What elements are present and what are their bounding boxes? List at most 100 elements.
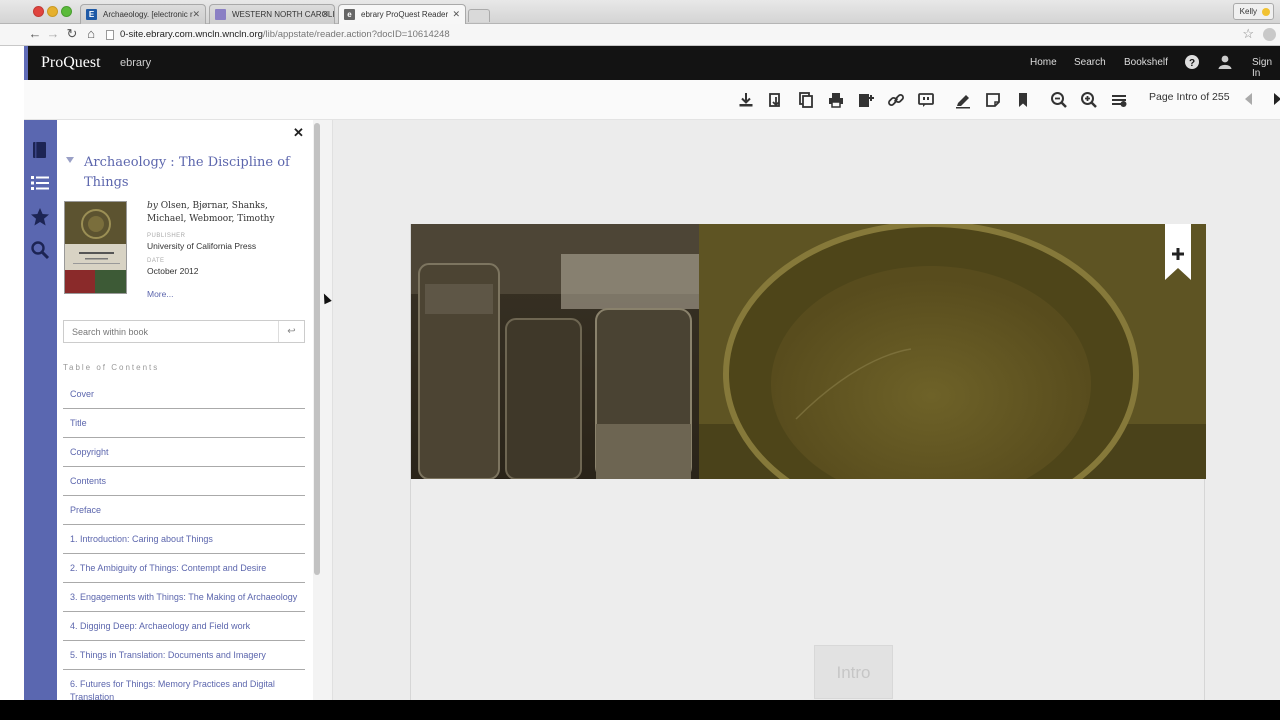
reload-icon[interactable]: ↻ xyxy=(64,26,80,42)
user-name: Kelly xyxy=(1239,7,1257,16)
toc-item[interactable]: 3. Engagements with Things: The Making o… xyxy=(63,583,305,612)
download-icon[interactable] xyxy=(737,91,755,109)
cover-photo-image xyxy=(411,224,1206,479)
screen-bottom-edge xyxy=(0,700,1280,720)
more-details-link[interactable]: More... xyxy=(147,289,173,299)
authors-prefix: by xyxy=(147,201,158,211)
nav-search-link[interactable]: Search xyxy=(1074,57,1106,68)
search-within-book: ↩ xyxy=(63,320,305,343)
view-settings-icon[interactable] xyxy=(1110,91,1128,109)
search-icon[interactable] xyxy=(30,240,50,260)
browser-nav-bar: ← → ↻ ⌂ 0-site.ebrary.com.wncln.wncln.or… xyxy=(0,24,1280,46)
user-account-icon[interactable] xyxy=(1218,55,1232,69)
date-label: DATE xyxy=(147,258,165,264)
ebrary-logo-text: ebrary xyxy=(120,57,152,69)
publisher-value: University of California Press xyxy=(147,241,257,251)
book-details-panel: ✕ Archaeology : The Discipline of Things… xyxy=(57,120,313,700)
publisher-label: PUBLISHER xyxy=(147,233,186,239)
screen: E Archaeology. [electronic r ✕ WESTERN N… xyxy=(0,0,1280,720)
link-icon[interactable] xyxy=(887,91,905,109)
full-download-icon[interactable] xyxy=(767,91,785,109)
toc-heading: Table of Contents xyxy=(63,363,160,372)
window-left-margin xyxy=(0,46,24,700)
bookmark-icon[interactable] xyxy=(1014,91,1032,109)
header-accent xyxy=(24,46,28,80)
tab-close-icon[interactable]: ✕ xyxy=(321,5,329,24)
toc-item[interactable]: Cover xyxy=(63,380,305,409)
tab-title: WESTERN NORTH CAROLIN xyxy=(232,10,334,19)
panel-scrollbar[interactable] xyxy=(313,120,333,700)
search-within-book-input[interactable] xyxy=(64,321,279,342)
tab-title: ebrary ProQuest Reader xyxy=(361,10,449,19)
back-arrow-icon[interactable]: ← xyxy=(27,26,43,42)
copy-icon[interactable] xyxy=(797,91,815,109)
previous-page-arrow-icon[interactable] xyxy=(1242,92,1256,106)
nav-bookshelf-link[interactable]: Bookshelf xyxy=(1124,57,1168,68)
browser-tab-ebrary-reader[interactable]: e ebrary ProQuest Reader ✕ xyxy=(338,4,466,24)
date-value: October 2012 xyxy=(147,266,199,276)
collapse-triangle-icon[interactable] xyxy=(66,157,74,163)
browser-tab-bar: E Archaeology. [electronic r ✕ WESTERN N… xyxy=(0,0,1280,24)
toc-item[interactable]: 6. Futures for Things: Memory Practices … xyxy=(63,670,305,700)
book-info-icon[interactable] xyxy=(30,140,50,160)
toc-item[interactable]: Copyright xyxy=(63,438,305,467)
new-tab-button[interactable] xyxy=(468,9,490,22)
ebrary-favicon-icon: E xyxy=(86,9,97,20)
zoom-in-icon[interactable] xyxy=(1080,91,1098,109)
browser-tab-archaeology[interactable]: E Archaeology. [electronic r ✕ xyxy=(80,4,206,24)
add-to-bookshelf-icon[interactable] xyxy=(857,91,875,109)
url-host: 0-site.ebrary.com.wncln.wncln.org xyxy=(120,29,263,40)
side-rail xyxy=(24,120,57,700)
toc-item[interactable]: 2. The Ambiguity of Things: Contempt and… xyxy=(63,554,305,583)
window-close-button[interactable] xyxy=(33,6,44,17)
window-zoom-button[interactable] xyxy=(61,6,72,17)
highlight-icon[interactable] xyxy=(954,91,972,109)
toc-item[interactable]: Title xyxy=(63,409,305,438)
add-bookmark-ribbon[interactable] xyxy=(1165,224,1191,280)
toc-item[interactable]: 4. Digging Deep: Archaeology and Field w… xyxy=(63,612,305,641)
favorites-star-icon[interactable] xyxy=(30,207,50,227)
url-path: /lib/appstate/reader.action?docID=106142… xyxy=(262,29,450,40)
next-page-arrow-icon[interactable] xyxy=(1270,92,1280,106)
nav-home-link[interactable]: Home xyxy=(1030,57,1057,68)
tab-close-icon[interactable]: ✕ xyxy=(452,5,460,24)
extension-icon[interactable] xyxy=(1263,28,1276,41)
catalog-favicon-icon xyxy=(215,9,226,20)
search-submit-icon[interactable]: ↩ xyxy=(278,321,304,342)
panel-scrollbar-thumb[interactable] xyxy=(314,123,320,575)
page-indicator: Page Intro of 255 xyxy=(1149,91,1230,103)
book-title[interactable]: Archaeology : The Discipline of Things xyxy=(84,153,299,193)
note-icon[interactable] xyxy=(984,91,1002,109)
page-icon xyxy=(106,30,114,40)
browser-user-badge[interactable]: Kelly xyxy=(1232,3,1274,20)
page-number-label: Intro xyxy=(814,645,893,699)
bookmark-star-icon[interactable]: ☆ xyxy=(1242,26,1254,42)
toc-item[interactable]: Contents xyxy=(63,467,305,496)
proquest-logo[interactable]: ProQuest xyxy=(41,54,101,72)
close-panel-icon[interactable]: ✕ xyxy=(293,125,304,141)
help-icon[interactable]: ? xyxy=(1185,55,1199,69)
ebrary-reader-favicon-icon: e xyxy=(344,9,355,20)
tab-close-icon[interactable]: ✕ xyxy=(192,5,200,24)
user-avatar-icon xyxy=(1262,8,1270,16)
cite-icon[interactable] xyxy=(917,91,935,109)
authors-list: Olsen, Bjørnar, Shanks, Michael, Webmoor… xyxy=(147,201,275,224)
home-icon[interactable]: ⌂ xyxy=(83,26,99,42)
document-page: Intro xyxy=(410,224,1206,704)
print-icon[interactable] xyxy=(827,91,845,109)
address-bar[interactable]: 0-site.ebrary.com.wncln.wncln.org/lib/ap… xyxy=(104,26,1254,43)
toc-list: Cover Title Copyright Contents Preface 1… xyxy=(63,380,305,700)
table-of-contents-icon[interactable] xyxy=(30,173,50,193)
book-authors: by Olsen, Bjørnar, Shanks, Michael, Webm… xyxy=(147,200,307,226)
window-minimize-button[interactable] xyxy=(47,6,58,17)
zoom-out-icon[interactable] xyxy=(1050,91,1068,109)
forward-arrow-icon[interactable]: → xyxy=(45,26,61,42)
toc-item[interactable]: 1. Introduction: Caring about Things xyxy=(63,525,305,554)
browser-tab-western-nc[interactable]: WESTERN NORTH CAROLIN ✕ xyxy=(209,4,335,24)
book-cover-image[interactable] xyxy=(64,201,127,294)
app-header: ProQuest ebrary Home Search Bookshelf ? … xyxy=(24,46,1280,80)
toc-item[interactable]: Preface xyxy=(63,496,305,525)
toc-item[interactable]: 5. Things in Translation: Documents and … xyxy=(63,641,305,670)
svg-text:?: ? xyxy=(1189,58,1195,69)
nav-sign-in-link[interactable]: Sign In xyxy=(1252,57,1280,79)
